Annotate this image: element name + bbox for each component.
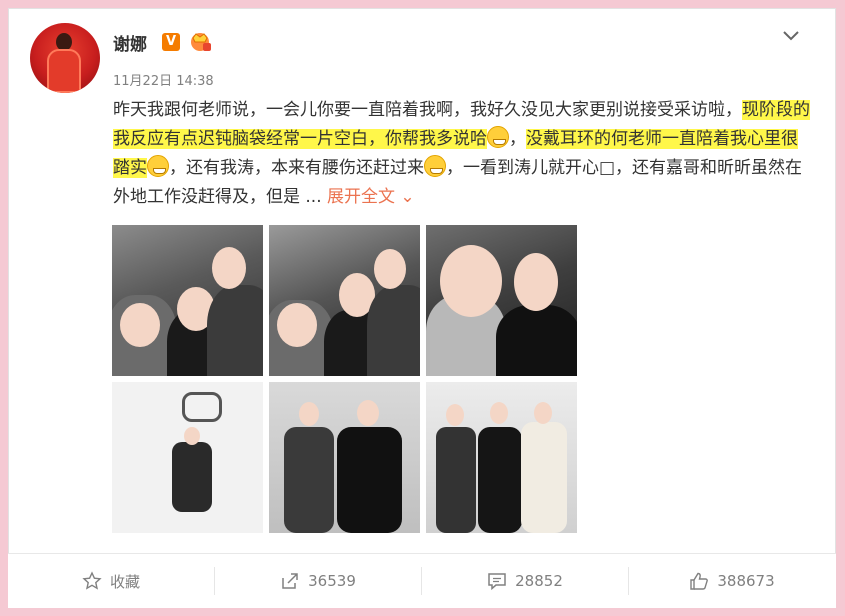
avatar-figure-body bbox=[47, 49, 81, 93]
smile-emoji-icon bbox=[147, 155, 169, 177]
comment-count: 28852 bbox=[515, 572, 563, 590]
expand-chevron-icon[interactable]: ⌄ bbox=[395, 187, 414, 207]
favorite-label: 收藏 bbox=[109, 572, 140, 591]
favorite-button[interactable]: 收藏 bbox=[8, 554, 214, 608]
photo-thumbnail[interactable] bbox=[112, 225, 263, 376]
like-button[interactable]: 388673 bbox=[629, 554, 835, 608]
grin-emoji-icon bbox=[487, 126, 509, 148]
hug-emoji-icon bbox=[424, 155, 446, 177]
photo-grid bbox=[112, 225, 582, 535]
post-text-part: ， bbox=[509, 129, 526, 149]
photo-thumbnail[interactable] bbox=[269, 225, 420, 376]
chevron-down-icon[interactable] bbox=[780, 24, 802, 46]
comment-icon bbox=[488, 573, 506, 591]
post-text-part: ，还有我涛，本来有腰伤还赶过来 bbox=[169, 158, 424, 178]
action-toolbar: 收藏 36539 28852 388673 bbox=[8, 553, 836, 608]
thumbs-up-icon bbox=[690, 572, 709, 590]
vip-crown-icon bbox=[191, 33, 211, 51]
comment-button[interactable]: 28852 bbox=[422, 554, 628, 608]
photo-thumbnail[interactable] bbox=[426, 382, 577, 533]
username[interactable]: 谢娜 bbox=[113, 30, 147, 55]
star-icon bbox=[82, 571, 102, 590]
post-timestamp[interactable]: 11月22日 14:38 bbox=[113, 70, 214, 89]
like-count: 388673 bbox=[717, 572, 775, 590]
expand-full-text-link[interactable]: 展开全文 bbox=[327, 187, 395, 207]
share-button[interactable]: 36539 bbox=[215, 554, 421, 608]
share-icon bbox=[282, 573, 298, 589]
post-text: 昨天我跟何老师说，一会儿你要一直陪着我啊，我好久没见大家更别说接受采访啦，现阶段… bbox=[113, 96, 813, 212]
photo-thumbnail[interactable] bbox=[426, 225, 577, 376]
verified-v-badge: V bbox=[162, 33, 180, 51]
photo-thumbnail[interactable] bbox=[112, 382, 263, 533]
avatar[interactable] bbox=[30, 23, 100, 93]
post-text-part: 昨天我跟何老师说，一会儿你要一直陪着我啊，我好久没见大家更别说接受采访啦， bbox=[113, 100, 742, 120]
photo-thumbnail[interactable] bbox=[269, 382, 420, 533]
share-count: 36539 bbox=[308, 572, 356, 590]
